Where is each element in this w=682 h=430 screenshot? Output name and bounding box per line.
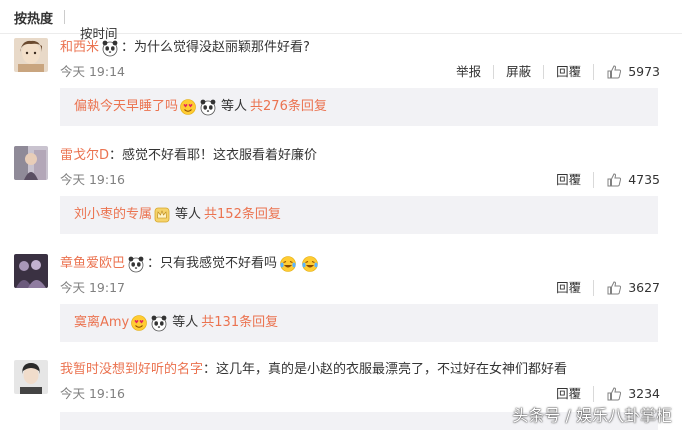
reply-count-link[interactable]: 共276条回复 — [250, 99, 327, 114]
comment-header: 我暂时没想到好听的名字：这几年，真的是小赵的衣服最漂亮了，不过好在女神们都好看 — [60, 360, 567, 380]
comment-username[interactable]: 我暂时没想到好听的名字 — [60, 362, 203, 377]
comment-username[interactable]: 和西米 — [60, 40, 99, 55]
avatar[interactable] — [14, 38, 48, 72]
comment-item: 章鱼爱欧巴 ：只有我感觉不好看吗 今天 19:17 回覆 3627 寞离Amy 等人… — [0, 254, 682, 362]
reply-button[interactable]: 回覆 — [544, 173, 593, 187]
reply-deng-label: 等人 — [175, 207, 202, 222]
crown-icon — [153, 206, 171, 224]
like-count: 3234 — [628, 386, 660, 401]
comment-username[interactable]: 雷戈尔D — [60, 148, 109, 163]
watermark: 头条号 / 娱乐八卦掌柜 — [512, 406, 672, 425]
comment-header: 雷戈尔D：感觉不好看耶！这衣服看着好廉价 — [60, 146, 317, 166]
sort-bar: 按热度 按时间 — [0, 0, 682, 41]
sort-by-hot-tab[interactable]: 按热度 — [14, 8, 53, 27]
laughing-tears-emoji-icon — [301, 255, 319, 273]
comment-actions: 举报 屏蔽 回覆 5973 — [444, 63, 660, 81]
laughing-tears-emoji-icon — [279, 255, 297, 273]
block-button[interactable]: 屏蔽 — [493, 65, 543, 79]
reply-username[interactable]: 刘小枣的专属 — [74, 207, 152, 222]
thumbs-up-icon — [607, 281, 622, 295]
sort-divider — [64, 10, 65, 24]
comment-header: 和西米 ：为什么觉得没赵丽颖那件好看? — [60, 38, 310, 58]
report-button[interactable]: 举报 — [444, 65, 493, 79]
comment-header: 章鱼爱欧巴 ：只有我感觉不好看吗 — [60, 254, 321, 274]
comment-text: ：感觉不好看耶！这衣服看着好廉价 — [109, 148, 318, 163]
like-button[interactable]: 3627 — [593, 280, 660, 296]
like-button[interactable]: 4735 — [593, 172, 660, 188]
comment-text: ：为什么觉得没赵丽颖那件好看? — [121, 40, 310, 55]
reply-username[interactable]: 偏執今天早睡了吗 — [74, 99, 178, 114]
thumbs-up-icon — [607, 173, 622, 187]
thumbs-up-icon — [607, 65, 622, 79]
comment-actions: 回覆 3234 — [544, 385, 660, 403]
panda-icon — [127, 255, 145, 273]
comment-username[interactable]: 章鱼爱欧巴 — [60, 256, 125, 271]
reply-button[interactable]: 回覆 — [544, 387, 593, 401]
reply-summary[interactable]: 偏執今天早睡了吗 等人 共276条回复 — [60, 88, 658, 126]
comment-actions: 回覆 4735 — [544, 171, 660, 189]
reply-summary[interactable]: 刘小枣的专属 等人 共152条回复 — [60, 196, 658, 234]
reply-count-link[interactable]: 共152条回复 — [204, 207, 281, 222]
avatar[interactable] — [14, 254, 48, 288]
thumbs-up-icon — [607, 387, 622, 401]
comment-text: ：只有我感觉不好看吗 — [147, 256, 278, 271]
like-count: 5973 — [628, 64, 660, 79]
heart-eyes-emoji-icon — [130, 314, 148, 332]
reply-deng-label: 等人 — [221, 99, 248, 114]
heart-eyes-emoji-icon — [179, 98, 197, 116]
comment-time: 今天 19:14 — [60, 64, 125, 79]
panda-icon — [199, 98, 217, 116]
comment-time: 今天 19:17 — [60, 280, 125, 295]
reply-button[interactable]: 回覆 — [544, 281, 593, 295]
avatar[interactable] — [14, 360, 48, 394]
avatar[interactable] — [14, 146, 48, 180]
reply-deng-label: 等人 — [172, 315, 199, 330]
like-count: 3627 — [628, 280, 660, 295]
comment-time: 今天 19:16 — [60, 172, 125, 187]
like-button[interactable]: 5973 — [593, 64, 660, 80]
comment-text: ：这几年，真的是小赵的衣服最漂亮了，不过好在女神们都好看 — [203, 362, 568, 377]
reply-username[interactable]: 寞离Amy — [74, 315, 129, 330]
reply-count-link[interactable]: 共131条回复 — [201, 315, 278, 330]
like-button[interactable]: 3234 — [593, 386, 660, 402]
comment-time: 今天 19:16 — [60, 386, 125, 401]
like-count: 4735 — [628, 172, 660, 187]
reply-button[interactable]: 回覆 — [543, 65, 593, 79]
comment-item: 和西米 ：为什么觉得没赵丽颖那件好看? 今天 19:14 举报 屏蔽 回覆 597… — [0, 38, 682, 146]
comment-item: 雷戈尔D：感觉不好看耶！这衣服看着好廉价 今天 19:16 回覆 4735 刘小… — [0, 146, 682, 254]
panda-icon — [150, 314, 168, 332]
reply-summary[interactable]: 寞离Amy 等人 共131条回复 — [60, 304, 658, 342]
panda-icon — [101, 39, 119, 57]
comment-actions: 回覆 3627 — [544, 279, 660, 297]
